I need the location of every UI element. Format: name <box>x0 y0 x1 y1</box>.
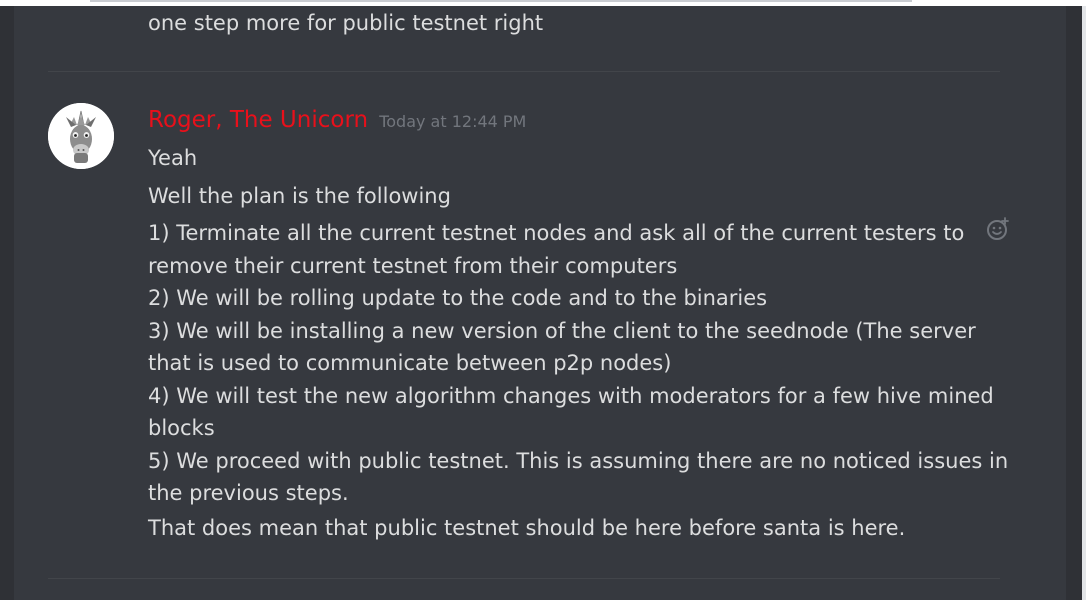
message-line: Yeah <box>148 146 198 170</box>
plan-step-3: 3) We will be installing a new version o… <box>148 318 976 376</box>
previous-message-text: one step more for public testnet right <box>148 11 544 35</box>
message-header: Roger, The Unicorn Today at 12:44 PM <box>148 104 526 136</box>
add-reaction-icon <box>987 217 1009 240</box>
plan-list: 1) Terminate all the current testnet nod… <box>148 217 1018 510</box>
user-avatar[interactable] <box>48 103 114 169</box>
plan-step-5: 5) We proceed with public testnet. This … <box>148 448 1009 506</box>
message-divider <box>48 71 1000 72</box>
plan-step-1: 1) Terminate all the current testnet nod… <box>148 221 965 278</box>
plan-step-2: 2) We will be rolling update to the code… <box>148 286 768 310</box>
message-divider <box>48 578 1000 579</box>
unicorn-avatar-icon <box>48 103 114 169</box>
left-gutter <box>0 6 14 600</box>
add-reaction-button[interactable] <box>985 216 1011 242</box>
horizontal-scrollbar[interactable] <box>90 0 912 2</box>
message-line: Well the plan is the following <box>148 184 451 208</box>
plan-step-4: 4) We will test the new algorithm change… <box>148 383 994 441</box>
window-edge <box>1082 6 1086 600</box>
message-timestamp: Today at 12:44 PM <box>379 112 527 131</box>
author-name[interactable]: Roger, The Unicorn <box>148 107 368 133</box>
message-closing-line: That does mean that public testnet shoul… <box>148 516 906 540</box>
